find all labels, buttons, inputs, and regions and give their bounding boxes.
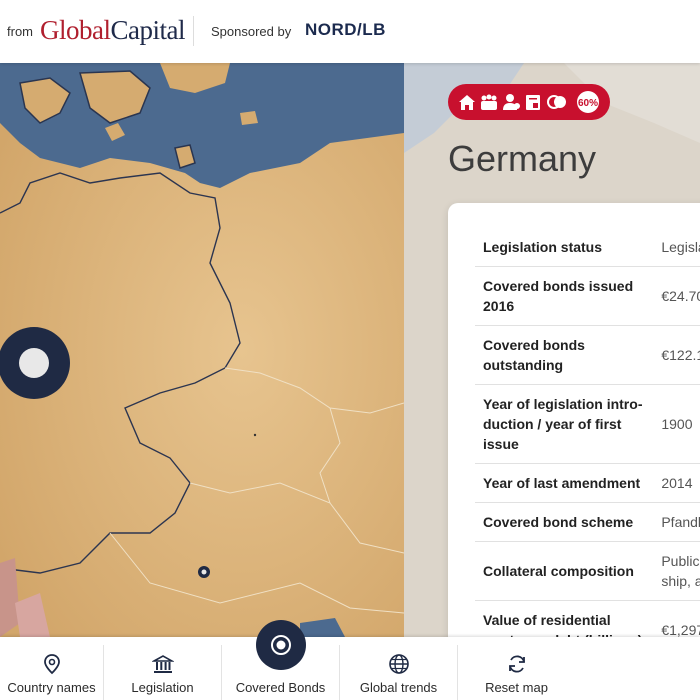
covered-bonds-active-button[interactable]: [256, 620, 306, 670]
nav-label: Country names: [7, 680, 96, 695]
row-value: 1900: [653, 384, 700, 464]
country-info-card: Legislation statusLegisla Covered bonds …: [448, 203, 700, 643]
row-value: Legisla: [653, 228, 700, 267]
nav-global-trends[interactable]: Global trends: [340, 637, 457, 700]
map-canvas[interactable]: [0, 63, 404, 637]
table-row: Covered bond schemePfandb: [475, 502, 700, 542]
nav-label: Reset map: [485, 680, 548, 695]
svg-text:60%: 60%: [578, 98, 598, 109]
person-icon: [503, 94, 520, 110]
nav-label: Covered Bonds: [235, 680, 326, 695]
row-label: Covered bonds outstanding: [475, 325, 654, 385]
row-value: Public ship, a: [653, 541, 700, 601]
row-label: Collateral composition: [475, 541, 654, 601]
nav-country-names[interactable]: Country names: [0, 637, 103, 700]
table-row: Covered bonds outstanding €122.1: [475, 325, 700, 385]
nav-label: Global trends: [359, 680, 438, 695]
nav-label: Legislation: [131, 680, 194, 695]
country-title: Germany: [448, 138, 597, 179]
target-icon: [271, 635, 291, 655]
row-value: Pfandb: [653, 502, 700, 542]
country-info-table: Legislation statusLegisla Covered bonds …: [475, 228, 700, 643]
top-header: from GlobalCapital Sponsored by NORD/LB: [0, 0, 700, 63]
row-label: Covered bond scheme: [475, 502, 654, 542]
row-value: 2014: [653, 463, 700, 503]
60-percent-icon: 60%: [577, 91, 599, 113]
bottom-navigation: Country names Legislation Covered Bonds …: [0, 637, 700, 700]
row-value: €24.70: [653, 266, 700, 326]
globalcapital-logo[interactable]: GlobalCapital: [40, 15, 185, 46]
row-value: €122.1: [653, 325, 700, 385]
row-label: Year of last amendment: [475, 463, 654, 503]
nav-legislation[interactable]: Legislation: [104, 637, 221, 700]
globe-icon: [388, 654, 409, 674]
table-row: Year of last amendment 2014: [475, 463, 700, 503]
table-row: Legislation statusLegisla: [475, 228, 700, 267]
home-icon: [459, 95, 475, 110]
table-row: Year of legislation intro­duction / year…: [475, 384, 700, 464]
bank-icon: [151, 655, 174, 673]
table-row: Collateral composition Public ship, a: [475, 541, 700, 601]
from-label: from: [7, 24, 33, 39]
refresh-icon: [508, 655, 525, 673]
row-label: Legislation status: [475, 228, 654, 267]
sponsored-by-label: Sponsored by: [211, 24, 292, 39]
nav-reset-map[interactable]: Reset map: [458, 637, 575, 700]
header-divider: [193, 16, 194, 46]
people-icon: [481, 94, 497, 110]
row-label: Covered bonds issued 2016: [475, 266, 654, 326]
germany-map: [0, 63, 404, 637]
document-icon: [526, 95, 540, 110]
map-pin-icon: [43, 654, 60, 675]
feature-icons-badge: 60%: [448, 84, 610, 120]
circles-icon: [547, 95, 566, 109]
nordlb-logo[interactable]: NORD/LB: [305, 20, 386, 40]
row-label: Year of legislation intro­duction / year…: [475, 384, 654, 464]
table-row: Covered bonds issued 2016 €24.70: [475, 266, 700, 326]
